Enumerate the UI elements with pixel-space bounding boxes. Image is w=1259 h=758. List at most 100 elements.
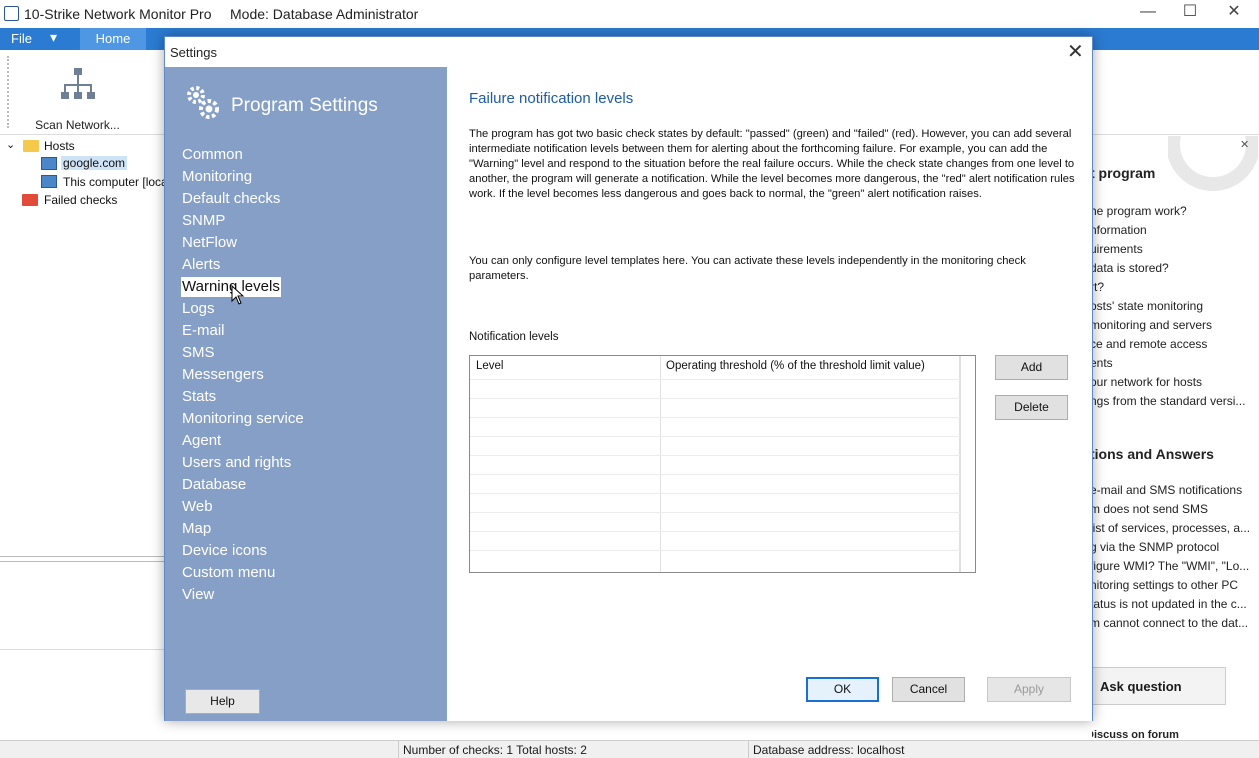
help-link[interactable]: uirements: [1092, 242, 1143, 256]
tree-host-this-computer[interactable]: This computer [loca: [63, 175, 168, 189]
failed-folder-icon: [22, 194, 38, 206]
collapse-icon[interactable]: ⌄: [6, 138, 15, 151]
help-panel-close-icon[interactable]: ✕: [1240, 138, 1249, 151]
table-row: [470, 417, 960, 418]
panel-divider-2: [0, 649, 165, 650]
ask-question-button[interactable]: Ask question: [1092, 667, 1226, 705]
page-title: Failure notification levels: [469, 90, 634, 107]
nav-web[interactable]: Web: [181, 497, 214, 517]
network-icon: [61, 68, 95, 99]
help-link[interactable]: ents: [1092, 356, 1113, 370]
status-divider: [398, 741, 399, 758]
maximize-button[interactable]: ☐: [1170, 2, 1210, 24]
faq-link[interactable]: list of services, processes, a...: [1092, 521, 1250, 535]
help-link[interactable]: our network for hosts: [1092, 375, 1202, 389]
tree-hosts[interactable]: Hosts: [44, 139, 75, 153]
column-divider: [660, 356, 661, 572]
nav-default-checks[interactable]: Default checks: [181, 189, 281, 209]
nav-database[interactable]: Database: [181, 475, 247, 495]
table-row: [470, 512, 960, 513]
minimize-button[interactable]: —: [1128, 2, 1168, 24]
host-tree: ⌄ Hosts google.com This computer [loca F…: [0, 136, 168, 556]
dialog-title: Settings: [170, 45, 217, 60]
table-row: [470, 455, 960, 456]
tree-host-google[interactable]: google.com: [61, 156, 128, 170]
column-header-level[interactable]: Level: [476, 360, 504, 372]
status-divider: [748, 741, 749, 758]
gears-icon: [187, 86, 219, 119]
settings-dialog: Settings ✕ Program Settings Common Monit…: [164, 36, 1093, 721]
help-link[interactable]: he program work?: [1092, 204, 1187, 218]
faq-link[interactable]: m does not send SMS: [1092, 502, 1208, 516]
notification-levels-table[interactable]: Level Operating threshold (% of the thre…: [469, 355, 976, 573]
nav-map[interactable]: Map: [181, 519, 212, 539]
computer-icon: [41, 175, 57, 188]
quick-access-dropdown-icon[interactable]: ▾: [50, 29, 57, 46]
faq-link[interactable]: tatus is not updated in the c...: [1092, 597, 1247, 611]
host-icon: [41, 157, 57, 170]
nav-sms[interactable]: SMS: [181, 343, 216, 363]
nav-stats[interactable]: Stats: [181, 387, 217, 407]
help-link[interactable]: ce and remote access: [1092, 337, 1207, 351]
faq-link[interactable]: m cannot connect to the dat...: [1092, 616, 1248, 630]
table-scrollbar[interactable]: [960, 356, 975, 572]
menu-file[interactable]: File: [11, 31, 32, 46]
help-link[interactable]: monitoring and servers: [1092, 318, 1212, 332]
nav-agent[interactable]: Agent: [181, 431, 222, 451]
tree-failed-checks[interactable]: Failed checks: [44, 193, 117, 207]
nav-monitoring-service[interactable]: Monitoring service: [181, 409, 305, 429]
help-link[interactable]: ngs from the standard versi...: [1092, 394, 1245, 408]
add-button[interactable]: Add: [995, 355, 1068, 380]
dialog-close-icon[interactable]: ✕: [1067, 39, 1084, 64]
nav-alerts[interactable]: Alerts: [181, 255, 221, 275]
app-logo-icon: [4, 6, 19, 21]
cancel-button[interactable]: Cancel: [892, 677, 965, 702]
help-panel: ✕ t program he program work? nformation …: [1092, 136, 1259, 740]
faq-link[interactable]: g via the SNMP protocol: [1092, 540, 1219, 554]
close-window-button[interactable]: ✕: [1214, 2, 1254, 24]
ok-button[interactable]: OK: [806, 677, 879, 702]
folder-icon: [23, 140, 39, 152]
dialog-title-bar: Settings ✕: [165, 37, 1092, 67]
help-link[interactable]: osts' state monitoring: [1092, 299, 1203, 313]
help-link[interactable]: data is stored?: [1092, 261, 1169, 275]
table-row: [470, 436, 960, 437]
app-title-bar: 10-Strike Network Monitor Pro Mode: Data…: [0, 0, 1259, 28]
nav-logs[interactable]: Logs: [181, 299, 216, 319]
column-header-threshold[interactable]: Operating threshold (% of the threshold …: [666, 360, 925, 372]
help-link[interactable]: rt?: [1092, 280, 1104, 294]
help-section-title: t program: [1092, 165, 1156, 181]
faq-link[interactable]: figure WMI? The "WMI", "Lo...: [1092, 559, 1249, 573]
table-row: [470, 550, 960, 551]
settings-content: Failure notification levels The program …: [447, 67, 1092, 721]
help-button[interactable]: Help: [185, 689, 260, 714]
tab-home[interactable]: Home: [80, 28, 146, 50]
note-text: You can only configure level templates h…: [469, 255, 1026, 282]
scan-network-button[interactable]: Scan Network...: [30, 64, 125, 132]
description-text: The program has got two basic check stat…: [469, 128, 1075, 200]
settings-sidebar: Program Settings Common Monitoring Defau…: [165, 67, 447, 721]
table-row: [470, 398, 960, 399]
nav-users-and-rights[interactable]: Users and rights: [181, 453, 292, 473]
nav-email[interactable]: E-mail: [181, 321, 226, 341]
faq-link[interactable]: e-mail and SMS notifications: [1092, 483, 1242, 497]
status-bar: Number of checks: 1 Total hosts: 2 Datab…: [0, 740, 1259, 758]
lower-left-panel: [0, 556, 165, 738]
faq-section-title: tions and Answers: [1092, 446, 1214, 462]
nav-device-icons[interactable]: Device icons: [181, 541, 268, 561]
status-database: Database address: localhost: [753, 743, 905, 757]
nav-common[interactable]: Common: [181, 145, 244, 165]
nav-snmp[interactable]: SNMP: [181, 211, 226, 231]
ribbon-grip: [7, 56, 9, 128]
nav-monitoring[interactable]: Monitoring: [181, 167, 253, 187]
delete-button[interactable]: Delete: [995, 395, 1068, 420]
help-link[interactable]: nformation: [1092, 223, 1147, 237]
status-checks: Number of checks: 1 Total hosts: 2: [403, 743, 587, 757]
nav-messengers[interactable]: Messengers: [181, 365, 265, 385]
discuss-forum-link[interactable]: Discuss on forum: [1092, 729, 1179, 740]
apply-button[interactable]: Apply: [987, 677, 1071, 702]
nav-custom-menu[interactable]: Custom menu: [181, 563, 276, 583]
nav-netflow[interactable]: NetFlow: [181, 233, 238, 253]
faq-link[interactable]: nitoring settings to other PC: [1092, 578, 1238, 592]
nav-view[interactable]: View: [181, 585, 215, 605]
